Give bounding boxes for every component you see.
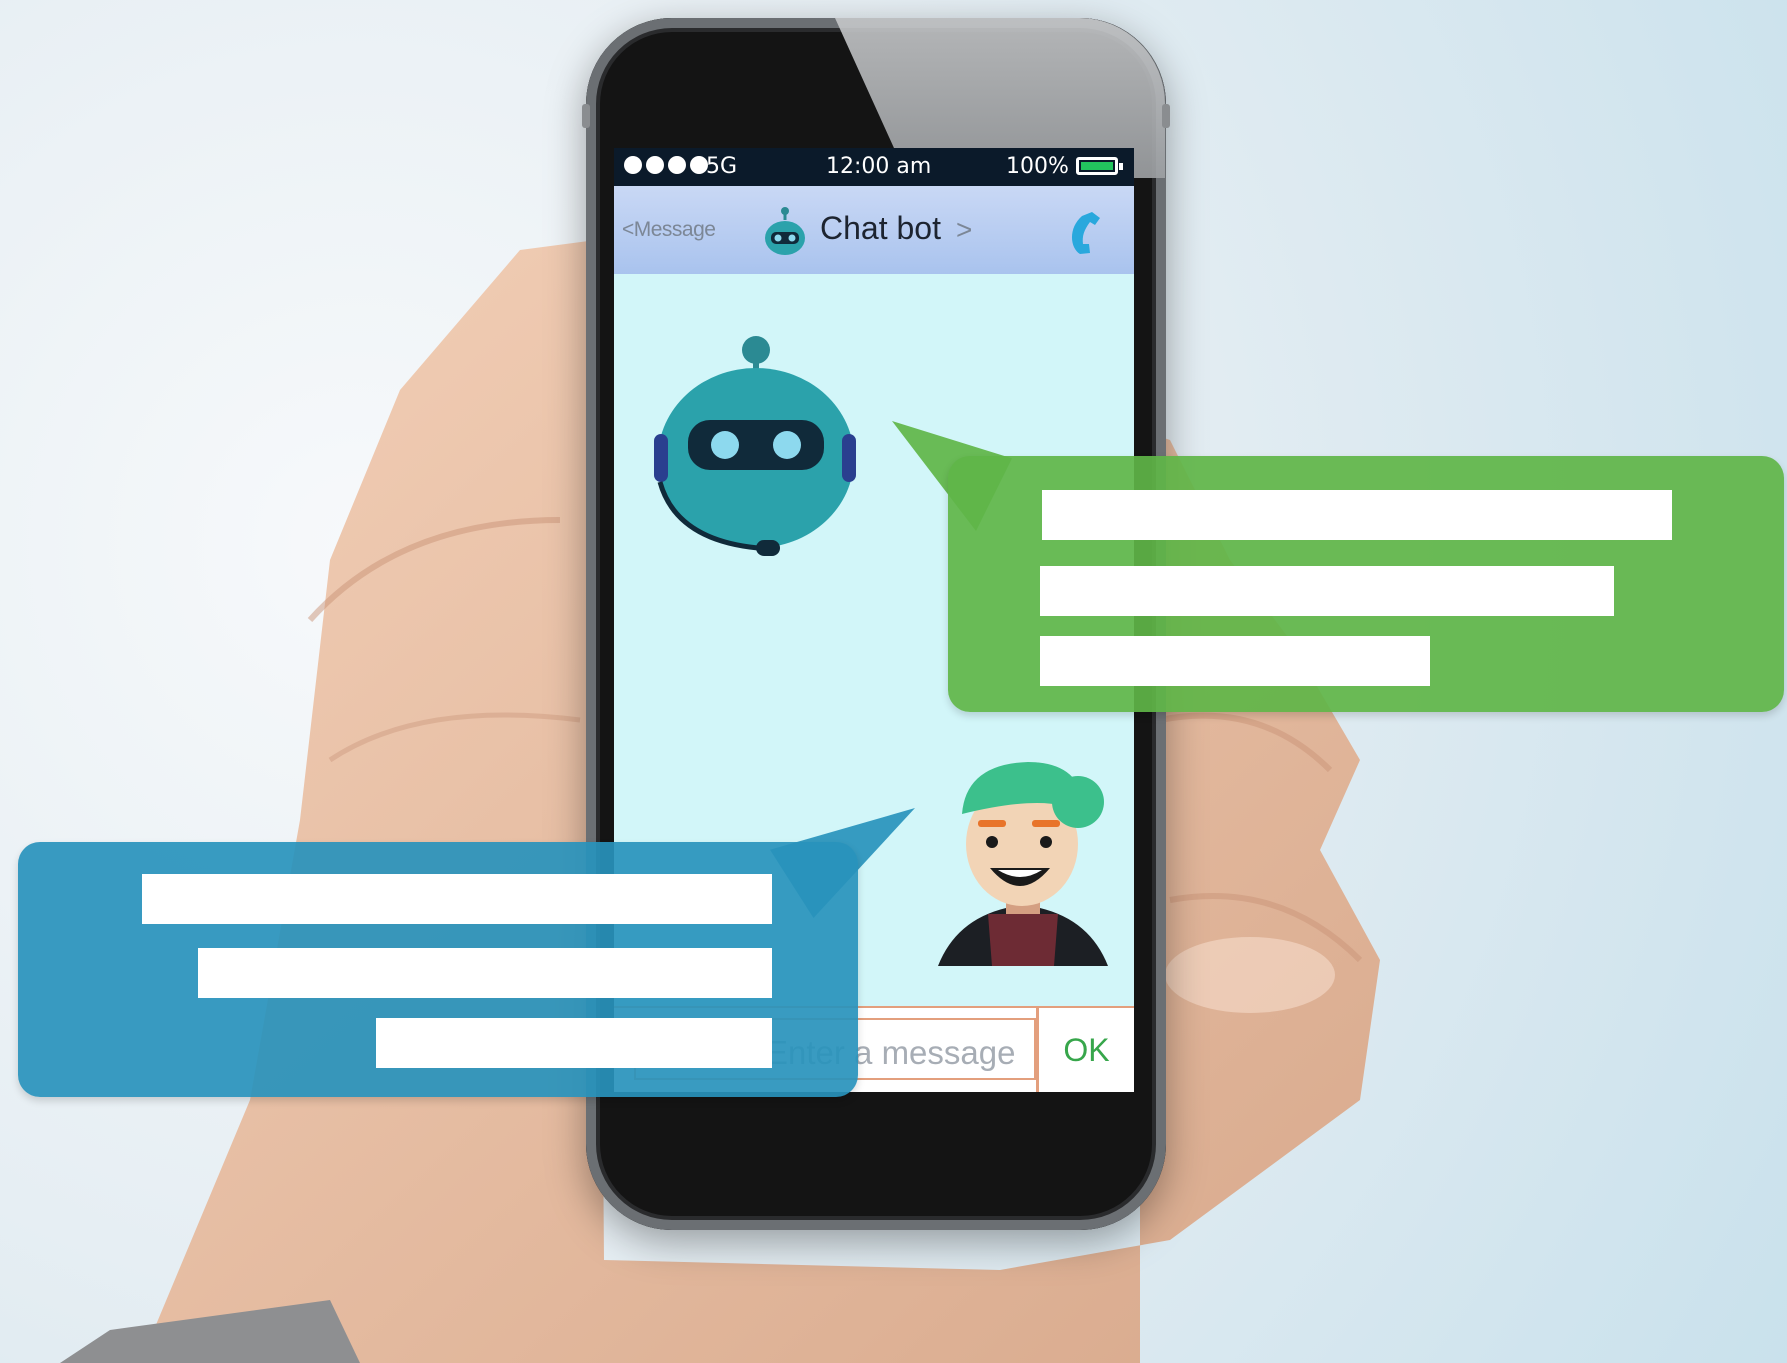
battery-percent: 100% <box>1006 154 1069 179</box>
placeholder-text-line <box>1042 490 1672 540</box>
chatbot-avatar-icon <box>765 207 805 255</box>
user-avatar <box>938 762 1108 966</box>
battery-level <box>1081 162 1113 170</box>
signal-strength-icon <box>624 156 708 174</box>
chat-title: Chat bot <box>820 210 941 246</box>
placeholder-text-line <box>376 1018 772 1068</box>
back-button[interactable]: <Message <box>622 218 716 242</box>
status-time: 12:00 am <box>826 154 932 179</box>
robot-avatar <box>654 336 856 556</box>
send-button[interactable]: OK <box>1036 1008 1134 1092</box>
battery-icon <box>1076 157 1123 175</box>
placeholder-text-line <box>142 874 772 924</box>
network-type: 5G <box>706 154 738 179</box>
side-button <box>1162 104 1170 128</box>
bot-message-bubble <box>948 456 1784 712</box>
volume-button <box>582 104 590 128</box>
chevron-right-icon[interactable]: > <box>956 214 972 246</box>
placeholder-text-line <box>1040 566 1614 616</box>
chat-header: <Message Chat bot > <box>614 186 1134 274</box>
phone-icon[interactable] <box>1062 208 1106 256</box>
placeholder-text-line <box>1040 636 1430 686</box>
user-message-bubble <box>18 842 858 1097</box>
placeholder-text-line <box>198 948 772 998</box>
status-bar: 5G 12:00 am 100% <box>614 148 1134 186</box>
